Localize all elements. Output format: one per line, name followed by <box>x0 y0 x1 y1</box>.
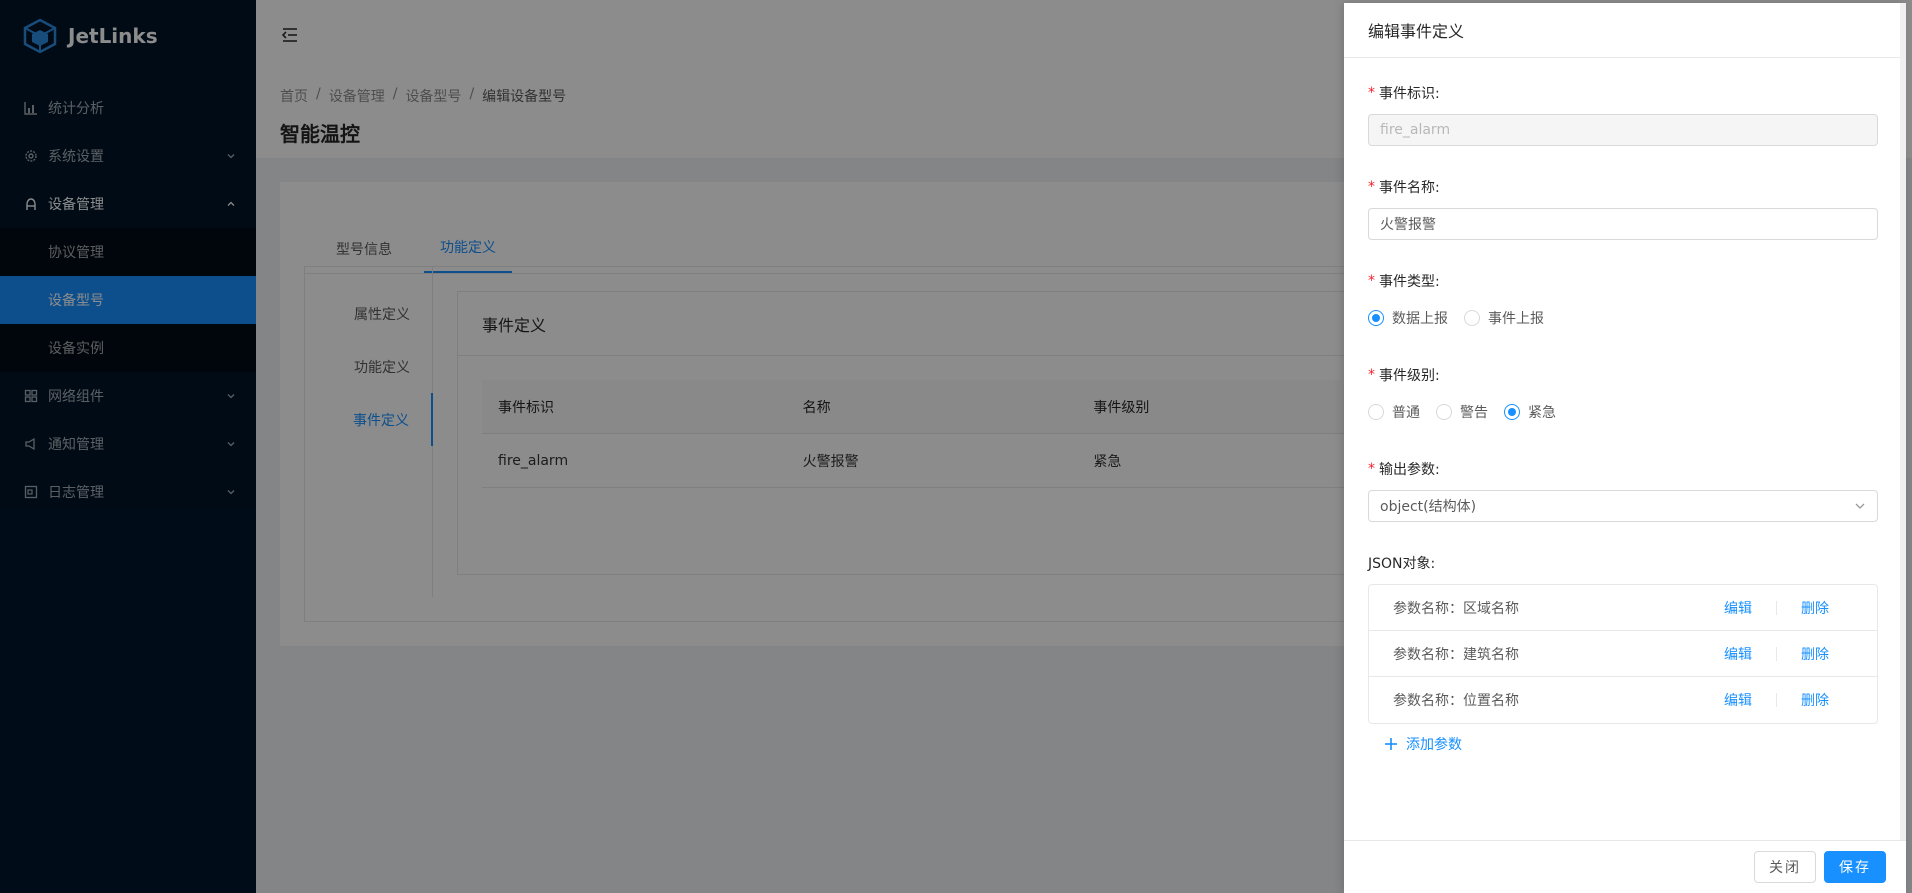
scrollbar[interactable] <box>1900 3 1906 840</box>
event-type-label: * 事件类型: <box>1368 273 1440 290</box>
drawer-title: 编辑事件定义 <box>1344 3 1906 58</box>
radio-event-report[interactable]: 事件上报 <box>1464 308 1544 328</box>
radio-level-warn[interactable]: 警告 <box>1436 402 1488 422</box>
delete-param-button[interactable]: 删除 <box>1801 644 1829 664</box>
drawer-footer: 关闭 保存 <box>1344 840 1906 893</box>
delete-param-button[interactable]: 删除 <box>1801 690 1829 710</box>
list-item: 参数名称：位置名称 编辑 删除 <box>1369 677 1877 723</box>
event-level-label: * 事件级别: <box>1368 367 1440 384</box>
select-value: object(结构体) <box>1380 499 1477 515</box>
radio-checked-icon <box>1368 310 1384 326</box>
edit-event-drawer: 编辑事件定义 * 事件标识: fire_alarm * 事件名称: 火警报警 * 事件… <box>1344 3 1906 893</box>
param-list: 参数名称：区域名称 编辑 删除 参数名称：建筑名称 编辑 删除 参数名称：位置名… <box>1368 584 1878 724</box>
close-button[interactable]: 关闭 <box>1754 851 1816 883</box>
add-param-button[interactable]: 添加参数 <box>1384 734 1878 754</box>
event-type-radio-group: 数据上报 事件上报 <box>1368 302 1878 334</box>
output-param-label: * 输出参数: <box>1368 461 1440 478</box>
plus-icon <box>1385 738 1397 750</box>
delete-param-button[interactable]: 删除 <box>1801 598 1829 618</box>
event-name-input[interactable]: 火警报警 <box>1368 208 1878 240</box>
radio-level-normal[interactable]: 普通 <box>1368 402 1420 422</box>
drawer-form: * 事件标识: fire_alarm * 事件名称: 火警报警 * 事件类型: 数据上… <box>1368 58 1878 754</box>
radio-checked-icon <box>1504 404 1520 420</box>
output-type-select[interactable]: object(结构体) <box>1368 490 1878 522</box>
event-id-label: * 事件标识: <box>1368 85 1440 102</box>
radio-data-report[interactable]: 数据上报 <box>1368 308 1448 328</box>
add-param-label: 添加参数 <box>1406 737 1462 753</box>
list-item: 参数名称：区域名称 编辑 删除 <box>1369 585 1877 631</box>
edit-param-button[interactable]: 编辑 <box>1724 644 1752 664</box>
list-item: 参数名称：建筑名称 编辑 删除 <box>1369 631 1877 677</box>
save-button[interactable]: 保存 <box>1824 851 1886 883</box>
radio-unchecked-icon <box>1436 404 1452 420</box>
radio-level-urgent[interactable]: 紧急 <box>1504 402 1556 422</box>
divider <box>1776 693 1777 707</box>
param-name: 参数名称：建筑名称 <box>1393 646 1519 663</box>
edit-param-button[interactable]: 编辑 <box>1724 690 1752 710</box>
event-name-label: * 事件名称: <box>1368 179 1440 196</box>
chevron-down-icon <box>1855 503 1865 509</box>
divider <box>1776 600 1777 615</box>
param-name: 参数名称：位置名称 <box>1393 693 1519 709</box>
param-name: 参数名称：区域名称 <box>1393 600 1519 617</box>
radio-unchecked-icon <box>1368 404 1384 420</box>
divider <box>1776 646 1777 661</box>
edit-param-button[interactable]: 编辑 <box>1724 598 1752 618</box>
event-id-input: fire_alarm <box>1368 114 1878 146</box>
event-level-radio-group: 普通 警告 紧急 <box>1368 396 1878 428</box>
json-object-label: JSON对象: <box>1368 556 1436 572</box>
radio-unchecked-icon <box>1464 310 1480 326</box>
